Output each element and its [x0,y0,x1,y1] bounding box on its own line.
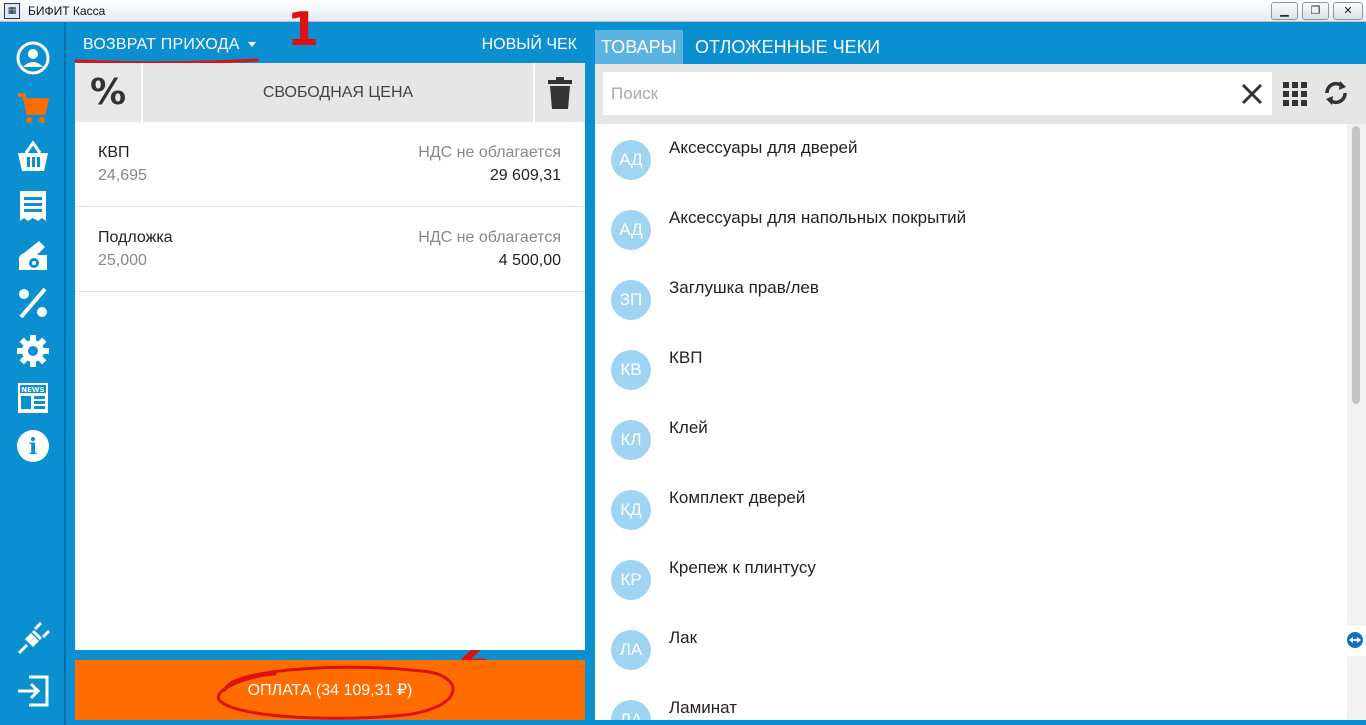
free-price-button[interactable]: СВОБОДНАЯ ЦЕНА [145,63,531,122]
item-quantity: 24,695 [98,167,147,184]
title-bar: ▦ БИФИТ Касса ▁ ❐ ✕ [0,0,1366,22]
item-name: Подложка [98,229,173,246]
receipt-item[interactable]: КВП 24,695 НДС не облагается 29 609,31 [75,122,585,207]
sidebar-item-info[interactable]: i [13,426,53,466]
minimize-button[interactable]: ▁ [1271,2,1298,20]
user-icon [16,41,50,75]
info-icon: i [17,430,49,462]
list-item[interactable]: ЛА Ламинат [595,684,1347,720]
discount-button[interactable]: % [75,63,143,122]
item-vat: НДС не облагается [418,229,561,246]
list-item[interactable]: АД Аксессуары для напольных покрытий [595,194,1347,264]
receipt-items-list: КВП 24,695 НДС не облагается 29 609,31 П… [75,122,585,650]
sidebar-item-news[interactable]: NEWS [13,378,53,418]
sidebar-item-logout[interactable] [13,671,53,711]
plug-icon [17,621,51,655]
operation-type-dropdown[interactable]: ВОЗВРАТ ПРИХОДА [83,36,256,54]
list-item[interactable]: КР Крепеж к плинтусу [595,544,1347,614]
receipt-item[interactable]: Подложка 25,000 НДС не облагается 4 500,… [75,207,585,292]
new-check-button[interactable]: НОВЫЙ ЧЕК [482,36,577,54]
item-sum: 29 609,31 [489,167,561,184]
good-name: Крепеж к плинтусу [669,558,816,577]
sidebar-item-receipts[interactable] [13,186,53,226]
annotation-circle [216,665,455,720]
tab-deferred-checks[interactable]: ОТЛОЖЕННЫЕ ЧЕКИ [689,30,886,64]
good-name: Заглушка прав/лев [669,278,819,297]
list-item[interactable]: АД Аксессуары для дверей [595,124,1347,194]
goods-tabs: ТОВАРЫ ОТЛОЖЕННЫЕ ЧЕКИ [595,30,1366,64]
close-button[interactable]: ✕ [1333,2,1363,20]
item-sum: 4 500,00 [498,252,561,269]
sidebar-item-cart[interactable] [13,88,53,128]
news-label: NEWS [21,386,44,394]
search-input[interactable] [603,72,1272,115]
avatar: КД [611,490,651,530]
app-icon: ▦ [4,3,20,19]
item-quantity: 25,000 [98,252,147,269]
receipt-toolbar: % СВОБОДНАЯ ЦЕНА [75,63,585,122]
percent-icon: % [89,72,127,113]
good-name: Лак [669,628,698,647]
close-icon: ✕ [1343,4,1353,17]
remote-support-badge[interactable] [1344,626,1366,656]
good-name: Ламинат [669,698,738,717]
discount-icon [19,287,47,319]
good-name: Клей [669,418,708,437]
item-name: КВП [98,144,130,161]
sidebar-item-basket[interactable] [13,137,53,177]
sidebar-item-connection[interactable] [13,619,53,659]
goods-list: АД Аксессуары для дверей АД Аксессуары для… [595,124,1347,720]
avatar: АД [611,210,651,250]
avatar: АД [611,140,651,180]
minimize-icon: ▁ [1280,4,1289,17]
remote-support-icon [1347,632,1363,648]
operation-type-label: ВОЗВРАТ ПРИХОДА [83,36,240,53]
basket-icon [18,140,48,171]
news-icon: NEWS [18,383,48,413]
cash-settings-icon [19,241,47,270]
sidebar-item-discounts[interactable] [13,283,53,323]
good-name: Комплект дверей [669,488,806,507]
list-item[interactable]: КЛ Клей [595,404,1347,474]
cart-icon [18,93,50,123]
sidebar-item-cash-settings[interactable] [13,235,53,275]
trash-icon [548,76,572,109]
item-vat: НДС не облагается [418,144,561,161]
avatar: ЛА [611,700,651,720]
receipt-icon [20,191,46,221]
avatar: ЗП [611,280,651,320]
clear-search-icon[interactable] [1238,80,1266,108]
sidebar-item-user[interactable] [13,38,53,78]
sidebar-item-settings[interactable] [13,331,53,371]
search-bar [595,64,1366,124]
tab-goods[interactable]: ТОВАРЫ [595,30,683,64]
good-name: Аксессуары для напольных покрытий [669,208,967,227]
gear-icon [17,335,49,367]
avatar: КВ [611,350,651,390]
scroll-thumb[interactable] [1352,126,1360,404]
avatar: КЛ [611,420,651,460]
maximize-button[interactable]: ❐ [1302,2,1329,20]
logout-icon [18,675,49,707]
good-name: Аксессуары для дверей [669,138,858,157]
good-name: КВП [669,348,703,367]
maximize-icon: ❐ [1310,4,1321,17]
annotation-number-1: 1 [287,2,320,56]
list-item[interactable]: КД Комплект дверей [595,474,1347,544]
clear-receipt-button[interactable] [533,63,585,122]
chevron-down-icon [247,42,256,48]
list-item[interactable]: ЛА Лак [595,614,1347,684]
window-title: БИФИТ Касса [28,4,106,18]
sidebar: NEWS i [0,23,66,725]
avatar: КР [611,560,651,600]
grid-view-icon[interactable] [1283,82,1307,106]
avatar: ЛА [611,630,651,670]
list-item[interactable]: КВ КВП [595,334,1347,404]
list-item[interactable]: ЗП Заглушка прав/лев [595,264,1347,334]
info-label: i [29,434,37,460]
free-price-label: СВОБОДНАЯ ЦЕНА [262,83,414,101]
refresh-icon[interactable] [1321,78,1351,108]
